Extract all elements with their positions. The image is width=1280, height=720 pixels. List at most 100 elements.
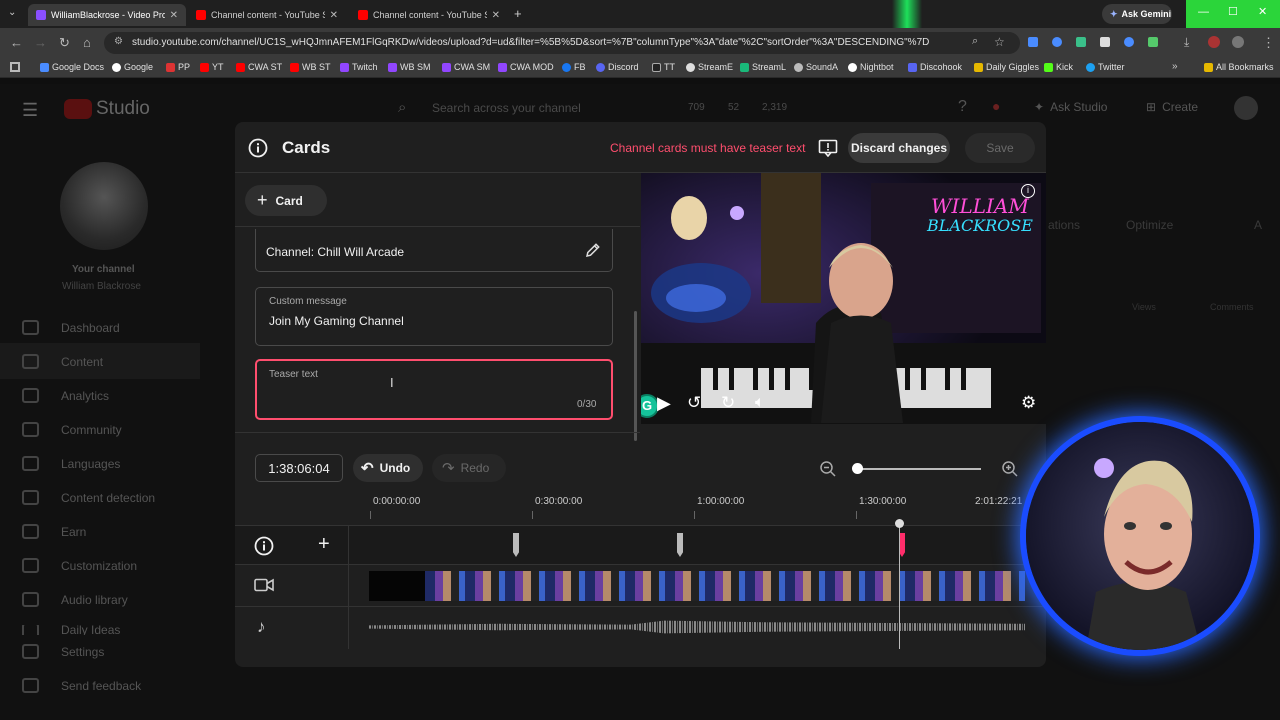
bookmark-item[interactable]: Twitter xyxy=(1086,62,1125,72)
volume-icon[interactable]: 🔈︎ xyxy=(755,394,765,412)
discard-changes-button[interactable]: Discard changes xyxy=(848,133,950,163)
close-window-icon[interactable]: ✕ xyxy=(1258,5,1267,18)
chevron-right-icon[interactable]: » xyxy=(1172,61,1178,72)
sidebar-item-languages[interactable]: Languages xyxy=(22,456,120,471)
sidebar-item-content[interactable]: Content xyxy=(22,354,103,369)
sidebar-item-community[interactable]: Community xyxy=(22,422,122,437)
browser-tab[interactable]: Channel content - YouTube St ✕ xyxy=(188,4,346,26)
add-card-button[interactable]: + Card xyxy=(245,185,327,216)
new-tab-icon[interactable]: + xyxy=(514,6,522,21)
sidebar-item-customization[interactable]: Customization xyxy=(22,558,137,573)
playhead-line[interactable] xyxy=(899,525,900,649)
info-icon[interactable] xyxy=(248,138,268,158)
account-avatar[interactable] xyxy=(1234,96,1258,120)
card-marker[interactable] xyxy=(677,533,683,557)
bookmark-item[interactable]: StreamL xyxy=(740,62,786,72)
close-icon[interactable]: ✕ xyxy=(170,10,178,21)
add-card-plus-icon[interactable]: + xyxy=(318,533,330,556)
minimize-icon[interactable]: — xyxy=(1198,6,1209,18)
channel-avatar[interactable] xyxy=(60,162,148,250)
help-icon[interactable]: ? xyxy=(958,98,967,116)
extensions-puzzle-icon[interactable] xyxy=(1148,37,1158,47)
playhead-handle[interactable] xyxy=(895,519,904,528)
sidebar-item-content-detection[interactable]: Content detection xyxy=(22,490,155,505)
download-icon[interactable]: ⤓ xyxy=(1184,35,1189,50)
ask-studio-button[interactable]: ✦ Ask Studio xyxy=(1034,100,1107,114)
close-icon[interactable]: ✕ xyxy=(330,10,338,21)
sidebar-item-earn[interactable]: Earn xyxy=(22,524,86,539)
save-button[interactable]: Save xyxy=(965,133,1035,163)
extension-icon[interactable] xyxy=(1052,37,1062,47)
tab-search-icon[interactable]: ⌄ xyxy=(8,7,16,18)
zoom-out-icon[interactable] xyxy=(819,460,837,478)
ask-gemini-button[interactable]: ✦ Ask Gemini xyxy=(1102,4,1172,24)
site-info-icon[interactable]: ⚙ xyxy=(114,36,123,47)
home-icon[interactable]: ⌂ xyxy=(83,35,91,50)
apps-grid-icon[interactable] xyxy=(10,62,20,72)
zoom-slider-track[interactable] xyxy=(855,468,981,470)
edit-pencil-icon[interactable] xyxy=(584,241,602,259)
bookmark-item[interactable]: Kick xyxy=(1044,62,1073,72)
extension-icon[interactable] xyxy=(1100,37,1110,47)
notification-bell-icon[interactable]: ● xyxy=(992,98,1000,114)
zoom-in-icon[interactable] xyxy=(1001,460,1019,478)
sidebar-item-analytics[interactable]: Analytics xyxy=(22,388,109,403)
teaser-text-field[interactable]: Teaser text I 0/30 xyxy=(255,359,613,420)
zoom-slider-thumb[interactable] xyxy=(852,463,863,474)
bookmark-item[interactable]: CWA ST xyxy=(236,62,282,72)
extension-icon[interactable] xyxy=(1124,37,1134,47)
forward-10-icon[interactable]: ↻ xyxy=(721,393,735,413)
zoom-icon[interactable]: ⌕ xyxy=(972,35,978,48)
forward-icon[interactable]: → xyxy=(34,35,47,50)
bookmark-item[interactable]: CWA SM xyxy=(442,62,490,72)
close-icon[interactable]: ✕ xyxy=(492,10,500,21)
bookmark-item[interactable]: Discord xyxy=(596,62,639,72)
maximize-icon[interactable]: ☐ xyxy=(1228,5,1238,18)
bookmark-item[interactable]: Nightbot xyxy=(848,62,894,72)
bookmark-item[interactable]: WB ST xyxy=(290,62,331,72)
undo-button[interactable]: ↶ Undo xyxy=(353,454,423,482)
search-icon[interactable]: ⌕ xyxy=(398,99,406,116)
bookmark-item[interactable]: Google Docs xyxy=(40,62,104,72)
bookmark-item[interactable]: WB SM xyxy=(388,62,431,72)
search-input[interactable]: Search across your channel xyxy=(432,101,581,115)
bookmark-item[interactable]: YT xyxy=(200,62,224,72)
video-track[interactable] xyxy=(235,565,1046,607)
video-preview[interactable]: WILLIAM BLACKROSE i G ▶ ↺ ↻ 🔈︎ ⚙ xyxy=(641,173,1046,424)
sidebar-item-daily-ideas[interactable]: Daily Ideas xyxy=(22,625,120,635)
create-button[interactable]: ⊞ Create xyxy=(1146,100,1198,114)
bookmark-item[interactable]: CWA MOD xyxy=(498,62,554,72)
sidebar-item-dashboard[interactable]: Dashboard xyxy=(22,320,120,335)
all-bookmarks[interactable]: All Bookmarks xyxy=(1204,62,1274,72)
extension-icon[interactable] xyxy=(1028,37,1038,47)
audio-track[interactable]: ♪ xyxy=(235,607,1046,649)
bookmark-item[interactable]: PP xyxy=(166,62,190,72)
bookmark-item[interactable]: Twitch xyxy=(340,62,378,72)
redo-button[interactable]: ↷ Redo xyxy=(432,454,506,482)
bookmark-item[interactable]: Google xyxy=(112,62,153,72)
play-icon[interactable]: ▶ xyxy=(657,393,671,414)
gear-icon[interactable]: ⚙ xyxy=(1021,393,1036,413)
video-info-icon[interactable]: i xyxy=(1021,184,1035,198)
browser-tab[interactable]: Channel content - YouTube St ✕ xyxy=(350,4,508,26)
browser-tab[interactable]: WilliamBlackrose - Video Prod ✕ xyxy=(28,4,186,26)
cards-track[interactable]: + xyxy=(235,525,1046,566)
channel-field[interactable]: Channel: Chill Will Arcade xyxy=(255,229,613,272)
bookmark-item[interactable]: StreamE xyxy=(686,62,733,72)
bookmark-item[interactable]: TT xyxy=(652,62,675,72)
alert-icon[interactable] xyxy=(818,139,838,157)
bookmark-item[interactable]: Daily Giggles xyxy=(974,62,1039,72)
reload-icon[interactable]: ↻ xyxy=(59,35,70,51)
bookmark-item[interactable]: FB xyxy=(562,62,586,72)
menu-kebab-icon[interactable]: ⋮ xyxy=(1262,35,1275,51)
extension-icon[interactable] xyxy=(1076,37,1086,47)
sidebar-item-audio-library[interactable]: Audio library xyxy=(22,592,128,607)
back-icon[interactable]: ← xyxy=(10,35,23,50)
rewind-10-icon[interactable]: ↺ xyxy=(687,393,701,413)
bookmark-item[interactable]: Discohook xyxy=(908,62,962,72)
sidebar-item-feedback[interactable]: Send feedback xyxy=(22,678,141,693)
bookmark-star-icon[interactable]: ☆ xyxy=(994,35,1005,49)
sidebar-item-settings[interactable]: Settings xyxy=(22,644,104,659)
scrollbar-thumb[interactable] xyxy=(634,311,637,441)
custom-message-field[interactable]: Custom message Join My Gaming Channel xyxy=(255,287,613,346)
